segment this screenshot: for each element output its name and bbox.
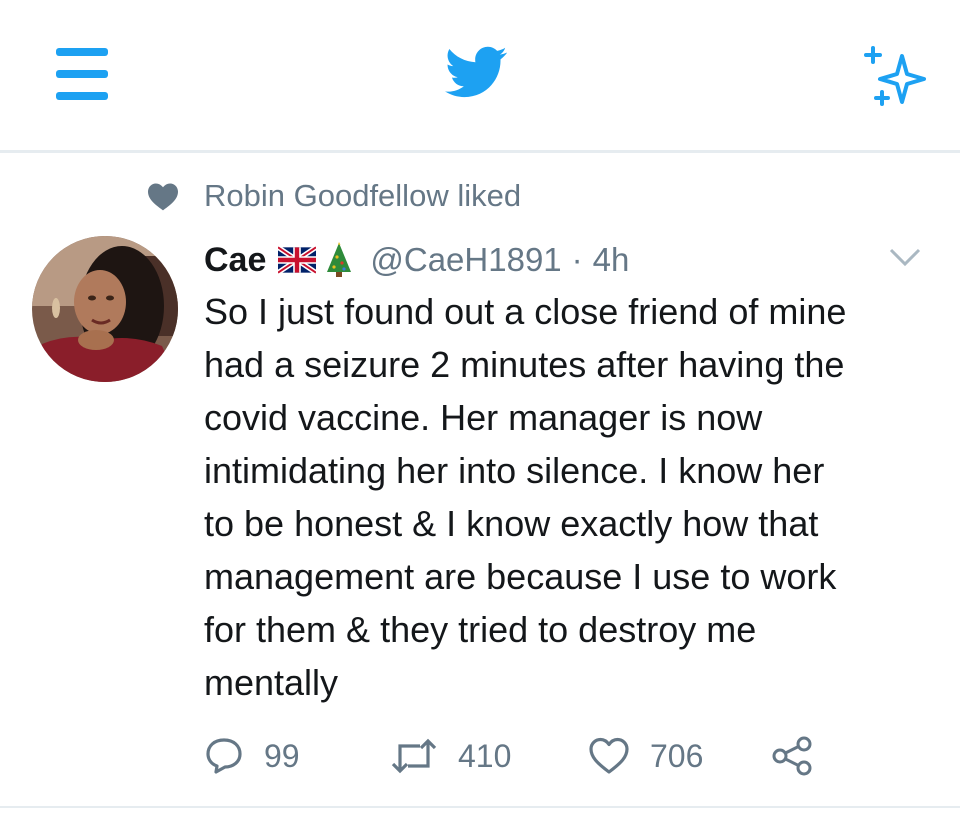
twitter-bird-icon[interactable] [444,40,510,102]
tweet-divider [0,806,960,808]
reply-button[interactable]: 99 [204,732,300,780]
sparkle-icon[interactable] [862,42,930,108]
chevron-down-icon[interactable] [888,246,922,268]
social-context-text: Robin Goodfellow liked [204,178,522,213]
top-bar [0,0,960,150]
heart-outline-icon [589,737,629,774]
retweet-count: 410 [458,737,512,774]
like-count: 706 [650,737,704,774]
display-name[interactable]: Cae [204,241,266,280]
share-button[interactable] [770,732,814,780]
reply-count: 99 [264,737,300,774]
heart-filled-icon [148,183,178,211]
tweet-text: So I just found out a close friend of mi… [204,291,847,703]
retweet-icon [391,738,437,774]
retweet-button[interactable]: 410 [390,732,511,780]
like-button[interactable]: 706 [588,732,703,780]
top-bar-divider [0,150,960,153]
reply-icon [206,738,242,774]
avatar[interactable] [32,236,178,382]
tweet-actions: 99 410 706 [204,732,924,780]
social-context: Robin Goodfellow liked [146,174,521,218]
christmas-tree-icon [327,242,352,277]
tweet-header: Cae @CaeH1891 · 4h [204,236,629,284]
share-icon [772,736,812,776]
hamburger-menu-icon[interactable] [50,46,114,102]
uk-flag-icon [278,246,317,274]
separator-dot: · [571,241,583,278]
tweet-time[interactable]: 4h [593,241,630,279]
author-handle[interactable]: @CaeH1891 [370,241,561,279]
